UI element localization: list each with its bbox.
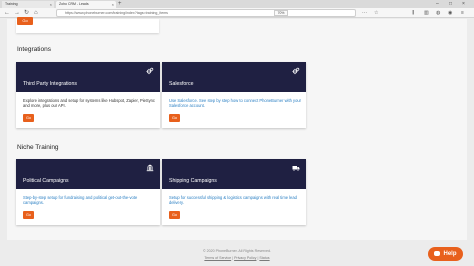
card-header: Shipping Campaigns — [162, 159, 306, 189]
card-description: Explore integrations and setup for syste… — [23, 98, 155, 109]
truck-icon — [292, 166, 300, 172]
section-title-niche-training: Niche Training — [17, 144, 59, 151]
go-button[interactable]: Go — [23, 211, 34, 219]
chat-bubble-icon — [434, 250, 441, 256]
url-bar[interactable]: https://www.phoneburner.com/training/ind… — [56, 9, 356, 17]
home-icon[interactable]: ⌂ — [34, 9, 38, 17]
new-tab-icon[interactable]: + — [118, 0, 122, 8]
card-political-campaigns: Political Campaigns Step-by-step setup f… — [16, 159, 160, 225]
footer-copyright: © 2020 PhoneBurner. All Rights Reserved. — [203, 249, 271, 253]
help-label: Help — [443, 251, 457, 257]
minimize-icon[interactable]: – — [436, 0, 439, 8]
card-title: Political Campaigns — [23, 177, 69, 184]
card-shipping-campaigns: Shipping Campaigns Setup for successful … — [162, 159, 306, 225]
sidebar-icon[interactable]: ▥ — [424, 9, 429, 17]
close-icon[interactable]: × — [50, 1, 52, 8]
tab-training[interactable]: Training × — [2, 1, 54, 8]
card-description: Step-by-step setup for fundraising and p… — [23, 195, 138, 206]
card-title: Shipping Campaigns — [169, 177, 217, 184]
extension-icon[interactable]: ◍ — [436, 9, 440, 17]
url-text: https://www.phoneburner.com/training/ind… — [65, 11, 168, 15]
zoom-level[interactable]: 70% — [274, 10, 288, 16]
reload-icon[interactable]: ↻ — [24, 9, 29, 17]
tab-zoho-crm[interactable]: Zoho CRM - Leads × — [56, 1, 116, 8]
go-button[interactable]: Go — [169, 211, 180, 219]
help-button[interactable]: Help — [428, 247, 463, 261]
tab-label: Training — [5, 2, 18, 6]
status-link[interactable]: Status — [259, 256, 269, 260]
go-button[interactable]: Go — [23, 114, 34, 122]
go-button[interactable]: Go — [17, 17, 33, 25]
profile-icon[interactable]: ◉ — [448, 9, 452, 17]
back-icon[interactable]: ← — [4, 9, 10, 17]
section-title-integrations: Integrations — [17, 46, 51, 53]
capitol-building-icon — [146, 164, 154, 172]
footer-links: Terms of Service | Privacy Policy | Stat… — [0, 256, 474, 260]
hamburger-menu-icon[interactable]: ≡ — [461, 9, 464, 17]
go-button[interactable]: Go — [169, 114, 180, 122]
browser-tab-bar: Training × Zoho CRM - Leads × + – □ × — [0, 0, 474, 8]
maximize-icon[interactable]: □ — [449, 0, 452, 8]
menu-dots-icon[interactable]: ··· — [362, 9, 367, 17]
gears-icon — [292, 67, 300, 75]
browser-nav-bar: ← → ↻ ⌂ https://www.phoneburner.com/trai… — [0, 8, 474, 18]
gears-icon — [146, 67, 154, 75]
privacy-policy-link[interactable]: Privacy Policy — [234, 256, 256, 260]
card-header: Third Party Integrations — [16, 62, 160, 92]
card-title: Third Party Integrations — [23, 80, 77, 87]
close-window-icon[interactable]: × — [462, 0, 465, 8]
card-partial — [16, 19, 159, 33]
card-header: Salesforce — [162, 62, 306, 92]
card-title: Salesforce — [169, 80, 194, 87]
bookmark-icon[interactable]: ☆ — [374, 9, 378, 17]
card-description: Use Salesforce. See step by step how to … — [169, 98, 301, 109]
terms-of-service-link[interactable]: Terms of Service — [204, 256, 231, 260]
separator: | — [232, 256, 234, 260]
card-description: Setup for successful shipping & logistic… — [169, 195, 297, 206]
tab-label: Zoho CRM - Leads — [59, 2, 89, 6]
card-third-party-integrations: Third Party Integrations Explore integra… — [16, 62, 160, 128]
library-icon[interactable]: ⫼ — [412, 9, 414, 17]
card-salesforce: Salesforce Use Salesforce. See step by s… — [162, 62, 306, 128]
card-header: Political Campaigns — [16, 159, 160, 189]
close-icon[interactable]: × — [112, 1, 114, 8]
forward-icon[interactable]: → — [14, 9, 20, 17]
